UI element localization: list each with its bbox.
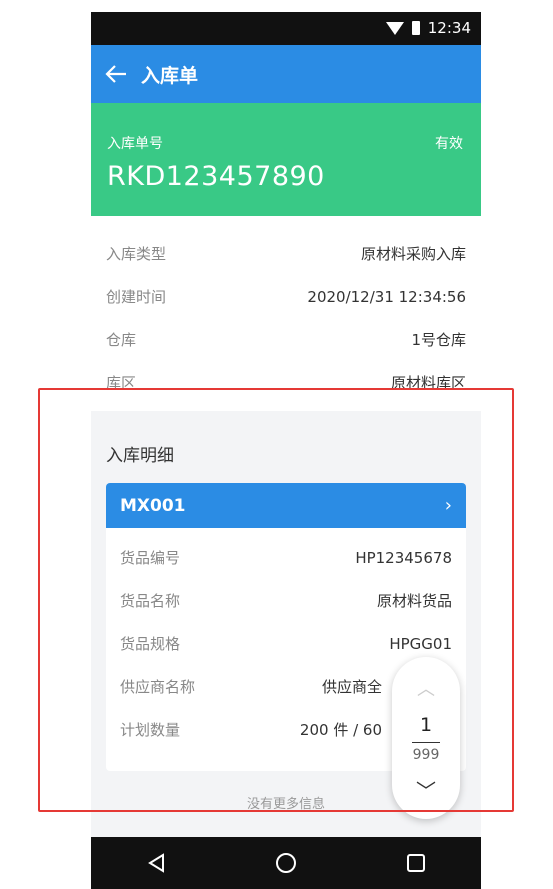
- info-label: 仓库: [106, 331, 137, 349]
- battery-icon: [411, 21, 420, 35]
- info-value: 1号仓库: [411, 331, 466, 349]
- status-time: 12:34: [427, 19, 471, 37]
- wifi-icon: [385, 21, 404, 35]
- nav-home-icon[interactable]: [266, 843, 306, 883]
- info-row: 创建时间 2020/12/31 12:34:56: [91, 275, 481, 318]
- status-bar: 12:34: [91, 12, 481, 45]
- order-info-list: 入库类型 原材料采购入库 创建时间 2020/12/31 12:34:56 仓库…: [91, 232, 481, 404]
- info-row: 仓库 1号仓库: [91, 318, 481, 361]
- order-number: RKD123457890: [107, 161, 325, 192]
- nav-recents-icon[interactable]: [396, 843, 436, 883]
- app-bar: 入库单: [91, 45, 481, 103]
- page-title: 入库单: [141, 64, 199, 87]
- info-row: 入库类型 原材料采购入库: [91, 232, 481, 275]
- highlight-box: [38, 388, 514, 812]
- order-header-card: 入库单号 有效 RKD123457890: [91, 103, 481, 216]
- back-arrow-icon[interactable]: [91, 45, 141, 103]
- order-number-label: 入库单号: [107, 136, 163, 152]
- nav-back-icon[interactable]: [136, 843, 176, 883]
- info-value: 2020/12/31 12:34:56: [307, 287, 466, 306]
- status-badge: 有效: [435, 136, 463, 152]
- info-label: 入库类型: [106, 245, 167, 263]
- info-value: 原材料采购入库: [360, 245, 466, 263]
- system-nav-bar: [91, 837, 481, 889]
- info-label: 创建时间: [106, 288, 167, 306]
